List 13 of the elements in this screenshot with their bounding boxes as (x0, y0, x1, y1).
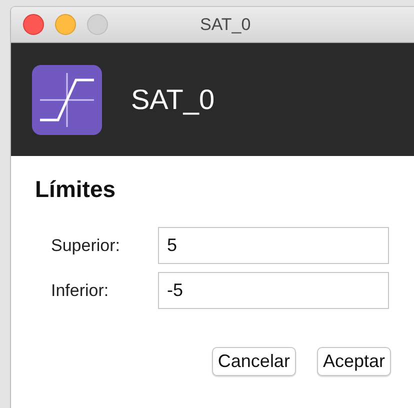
saturation-curve-icon (32, 64, 102, 134)
minimize-button[interactable] (55, 14, 76, 35)
block-title: SAT_0 (131, 84, 215, 116)
window-title: SAT_0 (200, 15, 251, 35)
field-label: Inferior: (51, 280, 110, 300)
field-label: Superior: (51, 236, 121, 256)
section-title: Límites (35, 176, 117, 203)
close-button[interactable] (23, 14, 44, 35)
dialog-button[interactable]: Aceptar (316, 347, 391, 376)
dialog-button[interactable]: Cancelar (212, 347, 296, 376)
input-field[interactable]: -5 (158, 272, 389, 309)
input-field[interactable]: 5 (158, 227, 389, 264)
zoom-button[interactable] (87, 14, 108, 35)
